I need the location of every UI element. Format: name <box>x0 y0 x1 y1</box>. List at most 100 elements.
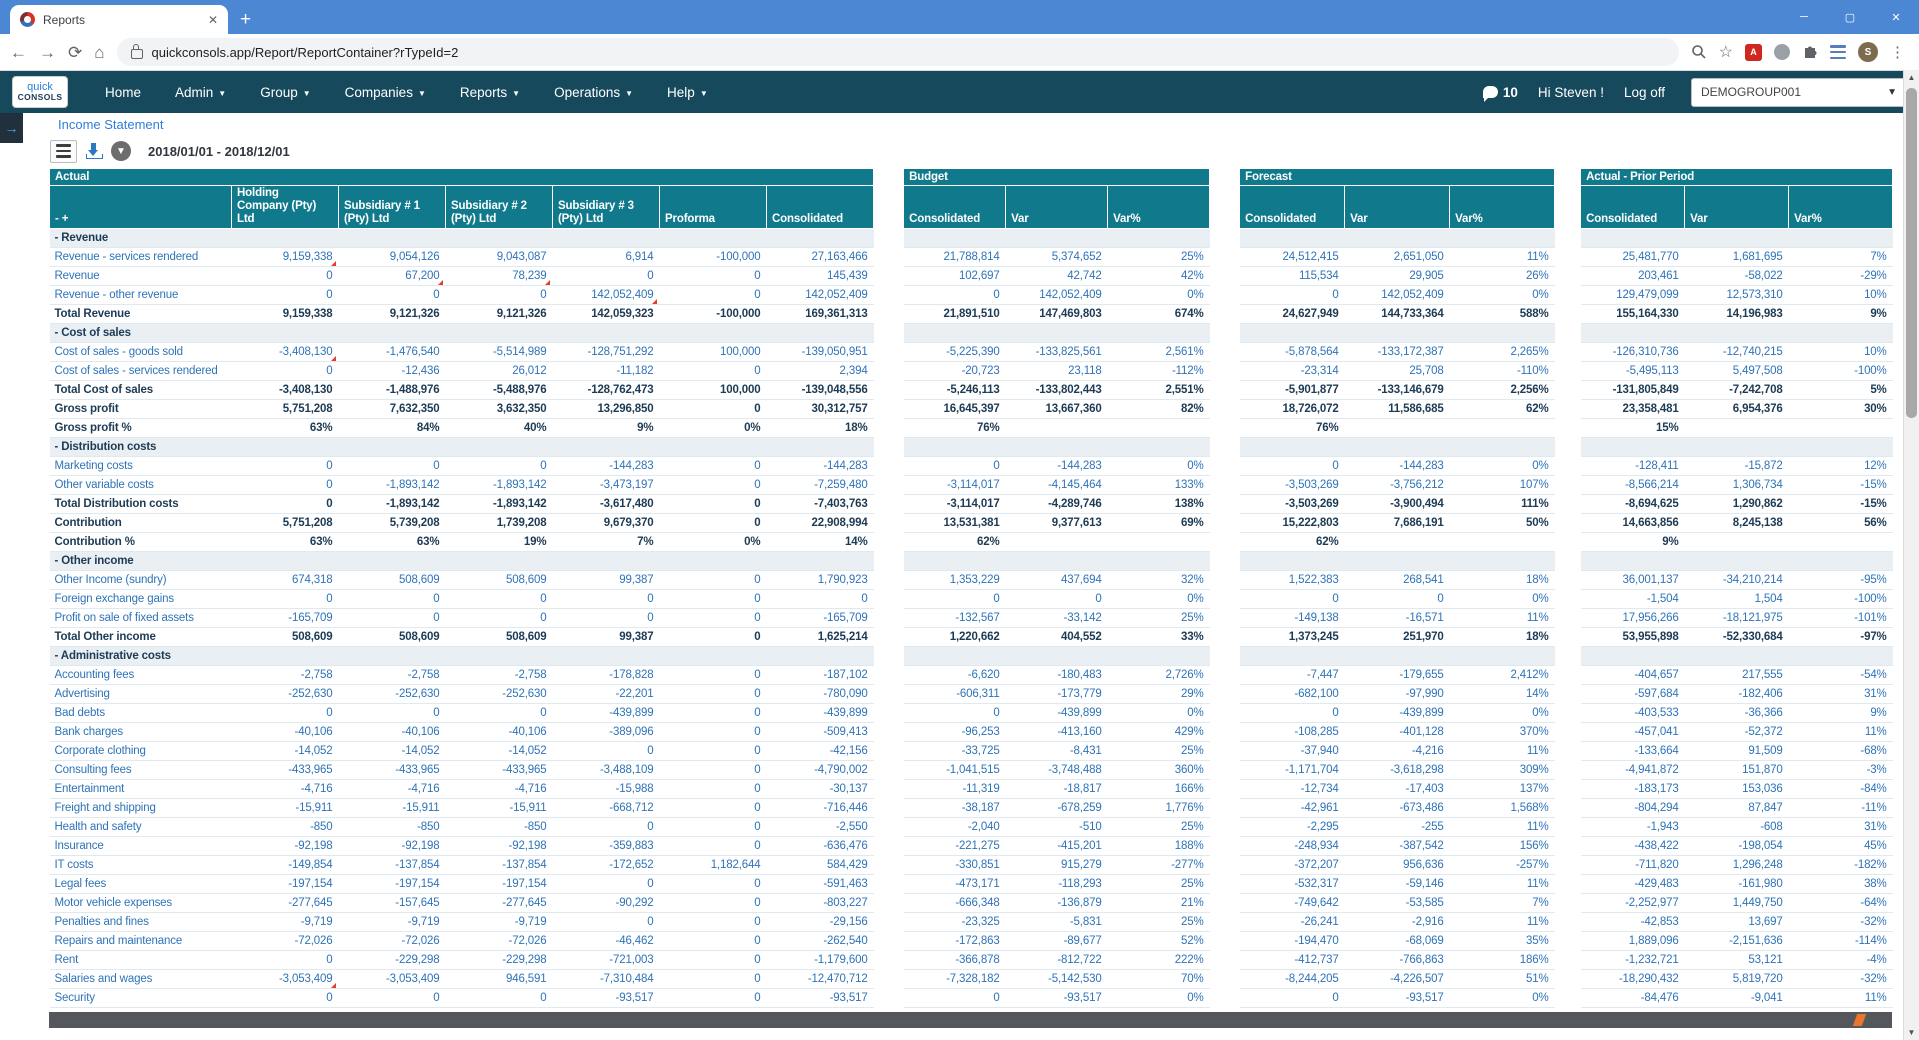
row-label[interactable]: Advertising <box>49 684 232 704</box>
profile-avatar[interactable]: S <box>1858 42 1878 62</box>
row-label[interactable]: Revenue - other revenue <box>49 285 232 305</box>
vertical-scrollbar[interactable]: ▲ ▼ <box>1903 70 1919 1040</box>
row-label[interactable]: Other Income (sundry) <box>49 570 232 590</box>
cell[interactable]: 78,239 <box>445 266 553 286</box>
row-label[interactable]: Marketing costs <box>49 456 232 476</box>
scroll-down-icon[interactable]: ▼ <box>1904 1025 1919 1040</box>
row-label[interactable]: Bank charges <box>49 722 232 742</box>
puzzle-extensions-icon[interactable] <box>1802 44 1818 60</box>
zoom-icon[interactable] <box>1691 44 1707 60</box>
row-label[interactable]: Foreign exchange gains <box>49 589 232 609</box>
cell: -112% <box>1107 361 1210 381</box>
nav-item-group[interactable]: Group ▼ <box>243 85 327 100</box>
app-navbar: quick CONSOLS Home Admin ▼ Group ▼ Companies ▼… <box>0 71 1919 113</box>
comment-marker[interactable] <box>330 355 336 361</box>
report-title[interactable]: Income Statement <box>58 117 164 132</box>
cell[interactable]: -3,408,130 <box>231 342 339 362</box>
cell: 1,681,695 <box>1684 247 1789 267</box>
comment-marker[interactable] <box>544 279 550 285</box>
nav-item-help[interactable]: Help ▼ <box>650 85 725 100</box>
cell: -673,486 <box>1344 798 1450 818</box>
new-tab-button[interactable]: + <box>240 10 251 29</box>
row-label[interactable]: Consulting fees <box>49 760 232 780</box>
cell[interactable]: -3,053,409 <box>231 969 339 989</box>
column-spacer <box>873 361 904 381</box>
export-circle-icon[interactable]: ▼ <box>111 141 131 161</box>
report-menu-button[interactable] <box>50 139 77 163</box>
row-label[interactable]: Freight and shipping <box>49 798 232 818</box>
comment-marker[interactable] <box>330 982 336 988</box>
row-label[interactable]: Revenue <box>49 266 232 286</box>
row-label[interactable]: Profit on sale of fixed assets <box>49 608 232 628</box>
row-label[interactable]: Repairs and maintenance <box>49 931 232 951</box>
column-spacer <box>1554 874 1581 894</box>
cell: -668,712 <box>552 798 660 818</box>
browser-menu-icon[interactable]: ⋮ <box>1890 43 1905 61</box>
row-label[interactable]: Motor vehicle expenses <box>49 893 232 913</box>
row-label[interactable]: Revenue - services rendered <box>49 247 232 267</box>
download-icon[interactable] <box>86 143 103 159</box>
cell: 25,481,770 <box>1580 247 1685 267</box>
home-icon[interactable]: ⌂ <box>94 44 104 61</box>
nav-item-companies[interactable]: Companies ▼ <box>328 85 443 100</box>
cell: -12,740,215 <box>1684 342 1789 362</box>
forward-icon[interactable]: → <box>39 44 56 61</box>
quickconsols-logo[interactable]: quick CONSOLS <box>12 76 68 108</box>
reload-icon[interactable]: ⟳ <box>68 44 82 61</box>
window-minimize-button[interactable]: ─ <box>1781 0 1827 34</box>
chat-indicator[interactable]: 10 <box>1482 85 1518 102</box>
bookmark-star-icon[interactable]: ☆ <box>1719 42 1733 62</box>
browser-tab[interactable]: Reports ✕ <box>10 5 228 34</box>
cell[interactable]: 142,052,409 <box>552 285 660 305</box>
nav-item-reports[interactable]: Reports ▼ <box>443 85 537 100</box>
back-icon[interactable]: ← <box>10 44 27 61</box>
cell[interactable]: 67,200 <box>338 266 446 286</box>
cell: -72,026 <box>231 931 339 951</box>
comment-marker[interactable] <box>437 279 443 285</box>
tab-close-icon[interactable]: ✕ <box>208 13 218 27</box>
row-label[interactable]: Rent <box>49 950 232 970</box>
row-label[interactable]: Legal fees <box>49 874 232 894</box>
greeting-text[interactable]: Hi Steven ! <box>1538 85 1604 100</box>
vertical-scrollbar-thumb[interactable] <box>1906 88 1917 418</box>
window-maximize-button[interactable]: ▢ <box>1827 0 1873 34</box>
horizontal-scrollbar[interactable] <box>49 1012 1892 1028</box>
row-label[interactable]: Accounting fees <box>49 665 232 685</box>
column-spacer <box>873 323 904 343</box>
sidebar-expand-toggle[interactable]: → <box>0 113 23 143</box>
nav-item-admin[interactable]: Admin ▼ <box>158 85 243 100</box>
group-select[interactable]: DEMOGROUP001 ▼ <box>1691 77 1907 107</box>
row-label[interactable]: IT costs <box>49 855 232 875</box>
nav-item-operations[interactable]: Operations ▼ <box>537 85 650 100</box>
nav-item-home[interactable]: Home <box>88 85 158 100</box>
comment-marker[interactable] <box>651 298 657 304</box>
cell[interactable]: 9,159,338 <box>231 247 339 267</box>
collapse-expand-controls[interactable]: - + <box>49 185 232 229</box>
row-label[interactable]: Entertainment <box>49 779 232 799</box>
window-close-button[interactable]: ✕ <box>1873 0 1919 34</box>
scroll-up-icon[interactable]: ▲ <box>1904 70 1919 85</box>
chevron-down-icon: ▼ <box>417 88 426 98</box>
row-label[interactable]: Insurance <box>49 836 232 856</box>
row-label[interactable]: Salaries and wages <box>49 969 232 989</box>
row-label[interactable]: Cost of sales - goods sold <box>49 342 232 362</box>
logoff-button[interactable]: Log off <box>1624 85 1665 100</box>
extension-icon[interactable] <box>1774 44 1790 60</box>
url-bar[interactable]: quickconsols.app/Report/ReportContainer?… <box>116 38 1679 66</box>
section-label: - Cost of sales <box>49 323 232 343</box>
cell: 0 <box>1239 703 1345 723</box>
cell: -438,422 <box>1580 836 1685 856</box>
cell: 166% <box>1107 779 1210 799</box>
pdf-extension-icon[interactable]: A <box>1745 43 1762 61</box>
row-label[interactable]: Corporate clothing <box>49 741 232 761</box>
comment-marker[interactable] <box>330 260 336 266</box>
cell: 16,645,397 <box>903 399 1006 419</box>
row-label[interactable]: Cost of sales - services rendered <box>49 361 232 381</box>
row-label[interactable]: Other variable costs <box>49 475 232 495</box>
row-label[interactable]: Penalties and fines <box>49 912 232 932</box>
row-label[interactable]: Health and safety <box>49 817 232 837</box>
row-label[interactable]: Security <box>49 988 232 1008</box>
list-extension-icon[interactable] <box>1830 45 1846 59</box>
row-label[interactable]: Bad debts <box>49 703 232 723</box>
group-header-row: Actual Budget Forecast Actual - Prior Perio… <box>48 168 1894 229</box>
